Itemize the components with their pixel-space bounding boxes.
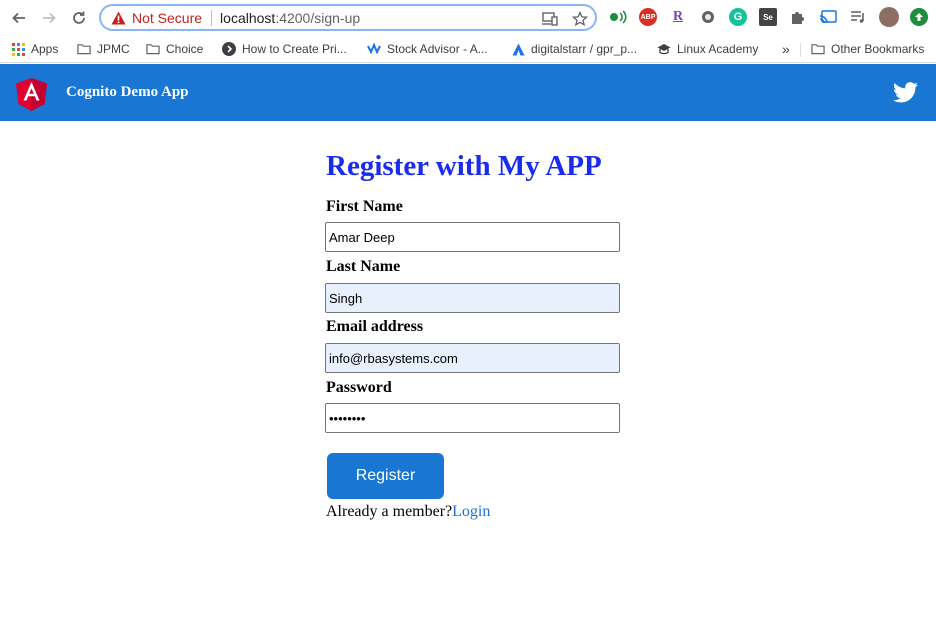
page-title: Register with My APP — [326, 150, 602, 182]
password-input[interactable] — [325, 403, 620, 433]
fool-jester-icon — [367, 42, 381, 56]
reload-icon — [73, 11, 85, 24]
r-extension-icon[interactable]: R — [669, 8, 687, 26]
install-app-icon[interactable] — [542, 11, 558, 27]
bookmarks-bar: Apps JPMC Choice How to Create Pri... St… — [0, 35, 936, 63]
profile-avatar[interactable] — [879, 7, 899, 27]
cast-icon[interactable] — [819, 8, 837, 26]
bookmark-choice[interactable]: Choice — [146, 39, 203, 59]
other-bookmarks[interactable]: Other Bookmarks — [811, 39, 924, 59]
bookmark-star-icon[interactable] — [572, 11, 588, 27]
more-bookmarks-button[interactable]: » — [782, 39, 790, 59]
arrow-left-icon — [12, 12, 25, 24]
last-name-label: Last Name — [326, 258, 401, 275]
media-queue-icon[interactable] — [849, 8, 867, 26]
bookmark-apps[interactable]: Apps — [11, 39, 58, 59]
grammarly-icon[interactable]: G — [729, 8, 747, 26]
atlassian-icon — [511, 42, 525, 56]
apps-grid-icon — [11, 42, 25, 56]
app-title[interactable]: Cognito Demo App — [66, 84, 189, 101]
selenium-icon[interactable]: Se — [759, 8, 777, 26]
bookmark-digitalstarr[interactable]: digitalstarr / gpr_p... — [511, 39, 637, 59]
site-circle-icon — [222, 42, 236, 56]
puzzle-extensions-icon[interactable] — [789, 8, 807, 26]
register-button[interactable]: Register — [327, 453, 444, 499]
url-host: localhost — [220, 9, 276, 26]
already-member-text: Already a member? — [326, 503, 453, 520]
bookmark-jpmc[interactable]: JPMC — [77, 39, 130, 59]
bookmark-label: Other Bookmarks — [831, 42, 925, 56]
folder-icon — [146, 42, 160, 56]
bookmark-stock-advisor[interactable]: Stock Advisor - A... — [367, 39, 488, 59]
bookmark-linux-academy[interactable]: Linux Academy — [657, 39, 758, 59]
password-label: Password — [326, 379, 392, 396]
login-link[interactable]: Login — [452, 503, 490, 520]
update-arrow-icon[interactable] — [910, 8, 928, 26]
folder-icon — [811, 42, 825, 56]
folder-icon — [77, 42, 91, 56]
audio-extension-icon[interactable] — [609, 8, 627, 26]
bookmark-label: Stock Advisor - A... — [387, 42, 488, 56]
bookmarks-divider — [800, 43, 801, 57]
first-name-input[interactable] — [325, 222, 620, 252]
bookmark-label: digitalstarr / gpr_p... — [531, 42, 638, 56]
forward-button[interactable] — [37, 6, 61, 30]
last-name-input[interactable] — [325, 283, 620, 313]
url-path: :4200/sign-up — [275, 9, 361, 26]
bookmark-label: Choice — [166, 42, 204, 56]
back-button[interactable] — [7, 6, 31, 30]
arrow-right-icon — [43, 12, 56, 24]
bookmark-label: JPMC — [97, 42, 130, 56]
app-header: Cognito Demo App — [0, 64, 936, 121]
reload-button[interactable] — [67, 6, 91, 30]
email-label: Email address — [326, 318, 424, 335]
circle-extension-icon[interactable] — [699, 8, 717, 26]
angular-logo-icon[interactable] — [16, 78, 47, 111]
address-bar[interactable]: Not Secure localhost:4200/sign-up — [99, 4, 597, 31]
security-status[interactable]: Not Secure — [132, 10, 202, 26]
browser-toolbar: Not Secure localhost:4200/sign-up ABP R … — [0, 0, 936, 35]
twitter-icon[interactable] — [893, 82, 918, 103]
first-name-label: First Name — [326, 198, 403, 215]
warning-icon — [110, 10, 126, 26]
bookmark-label: How to Create Pri... — [242, 42, 347, 56]
address-separator — [211, 9, 213, 26]
email-input[interactable] — [325, 343, 620, 373]
bookmark-label: Apps — [31, 42, 59, 56]
bookmark-label: Linux Academy — [677, 42, 759, 56]
bookmark-how-to-create[interactable]: How to Create Pri... — [222, 39, 347, 59]
graduation-cap-icon — [657, 42, 671, 56]
adblock-plus-icon[interactable]: ABP — [639, 8, 657, 26]
already-member-line: Already a member?Login — [326, 503, 490, 521]
